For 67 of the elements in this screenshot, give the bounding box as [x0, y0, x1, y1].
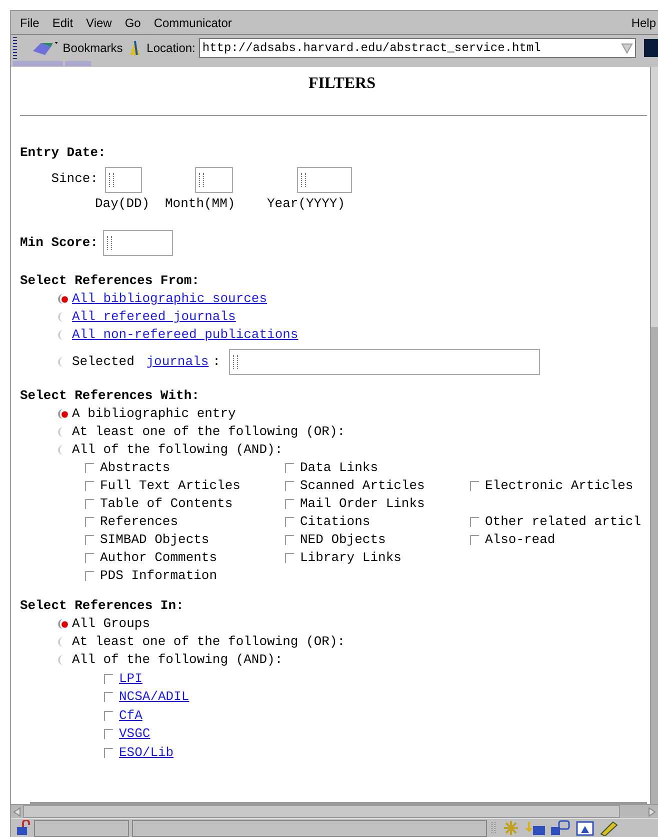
checkbox-label: Electronic Articles	[485, 477, 634, 495]
option-label: At least one of the following (OR):	[72, 423, 346, 441]
menu-item[interactable]: View	[86, 14, 112, 32]
option-label: All of the following (AND):	[72, 651, 283, 669]
checkbox-label: Mail Order Links	[300, 495, 425, 513]
radio-button[interactable]	[58, 294, 68, 304]
lock-icon[interactable]	[15, 820, 31, 836]
menu-item[interactable]: Go	[124, 14, 141, 32]
option-label: At least one of the following (OR):	[72, 633, 346, 651]
field-caption: Day(DD)	[95, 195, 150, 213]
menu-item[interactable]: Edit	[52, 14, 74, 32]
source-link[interactable]: All bibliographic sources	[72, 290, 268, 308]
section-heading: Entry Date:	[20, 144, 107, 162]
section-heading: Select References With:	[20, 387, 200, 405]
checkbox-label: Scanned Articles	[300, 477, 425, 495]
checkbox-label: Other related articl	[485, 513, 642, 531]
bookmarks-button[interactable]: Bookmarks	[62, 39, 123, 57]
checkbox-label: Full Text Articles	[100, 477, 240, 495]
toolbar-grip[interactable]	[13, 37, 17, 59]
menu-item[interactable]: Help	[631, 14, 656, 32]
chat-icon[interactable]	[549, 820, 571, 836]
group-link[interactable]: ESO/Lib	[119, 744, 174, 762]
source-link[interactable]: All refereed journals	[72, 308, 236, 326]
checkbox-label: PDS Information	[100, 567, 218, 585]
checkbox-label: Also-read	[485, 531, 556, 549]
group-link[interactable]: LPI	[119, 670, 142, 688]
text-field[interactable]	[297, 167, 352, 193]
section-heading: Select References From:	[20, 272, 200, 290]
radio-button[interactable]	[58, 409, 68, 419]
source-link[interactable]: All non-refereed publications	[72, 326, 298, 344]
checkbox-label: Abstracts	[100, 459, 170, 477]
option-label: :	[212, 353, 222, 371]
menu-item[interactable]: Communicator	[154, 14, 232, 32]
checkbox-label: Data Links	[300, 459, 378, 477]
text-field[interactable]	[195, 167, 233, 193]
page-title: FILTERS	[308, 75, 376, 93]
text-field[interactable]	[105, 167, 142, 193]
checkbox-label: NED Objects	[300, 531, 386, 549]
journals-link[interactable]: journals	[146, 353, 209, 371]
address-book-icon[interactable]	[574, 820, 596, 836]
checkbox-label: Table of Contents	[100, 495, 233, 513]
option-label: Selected	[72, 353, 136, 371]
scroll-right-icon[interactable]	[646, 805, 658, 819]
option-label: All Groups	[72, 615, 150, 633]
location-label: Location:	[146, 40, 196, 57]
option-label: All of the following (AND):	[72, 441, 283, 459]
checkbox-label: Author Comments	[100, 549, 218, 567]
radio-button[interactable]	[58, 619, 68, 629]
section-heading: Select References In:	[20, 597, 185, 615]
group-link[interactable]: NCSA/ADIL	[119, 688, 190, 706]
grip-icon	[490, 820, 498, 836]
group-link[interactable]: CfA	[119, 706, 142, 724]
inbox-icon[interactable]	[524, 820, 546, 836]
text-field[interactable]	[229, 349, 540, 375]
checkbox-label: Library Links	[300, 549, 402, 567]
field-caption: Month(MM)	[165, 195, 236, 213]
field-label: Min Score:	[20, 234, 100, 252]
checkbox-label: References	[100, 513, 178, 531]
location-field[interactable]: http://adsabs.harvard.edu/abstract_service.html	[199, 38, 636, 58]
checkbox-label: SIMBAD Objects	[100, 531, 210, 549]
option-label: A bibliographic entry	[72, 405, 236, 423]
bookmark-book-icon[interactable]	[30, 39, 59, 57]
text-field[interactable]	[103, 230, 174, 256]
field-caption: Year(YYYY)	[267, 195, 346, 213]
checkbox-label: Citations	[300, 513, 370, 531]
group-link[interactable]: VSGC	[119, 725, 150, 743]
menu-item[interactable]: File	[20, 14, 40, 32]
